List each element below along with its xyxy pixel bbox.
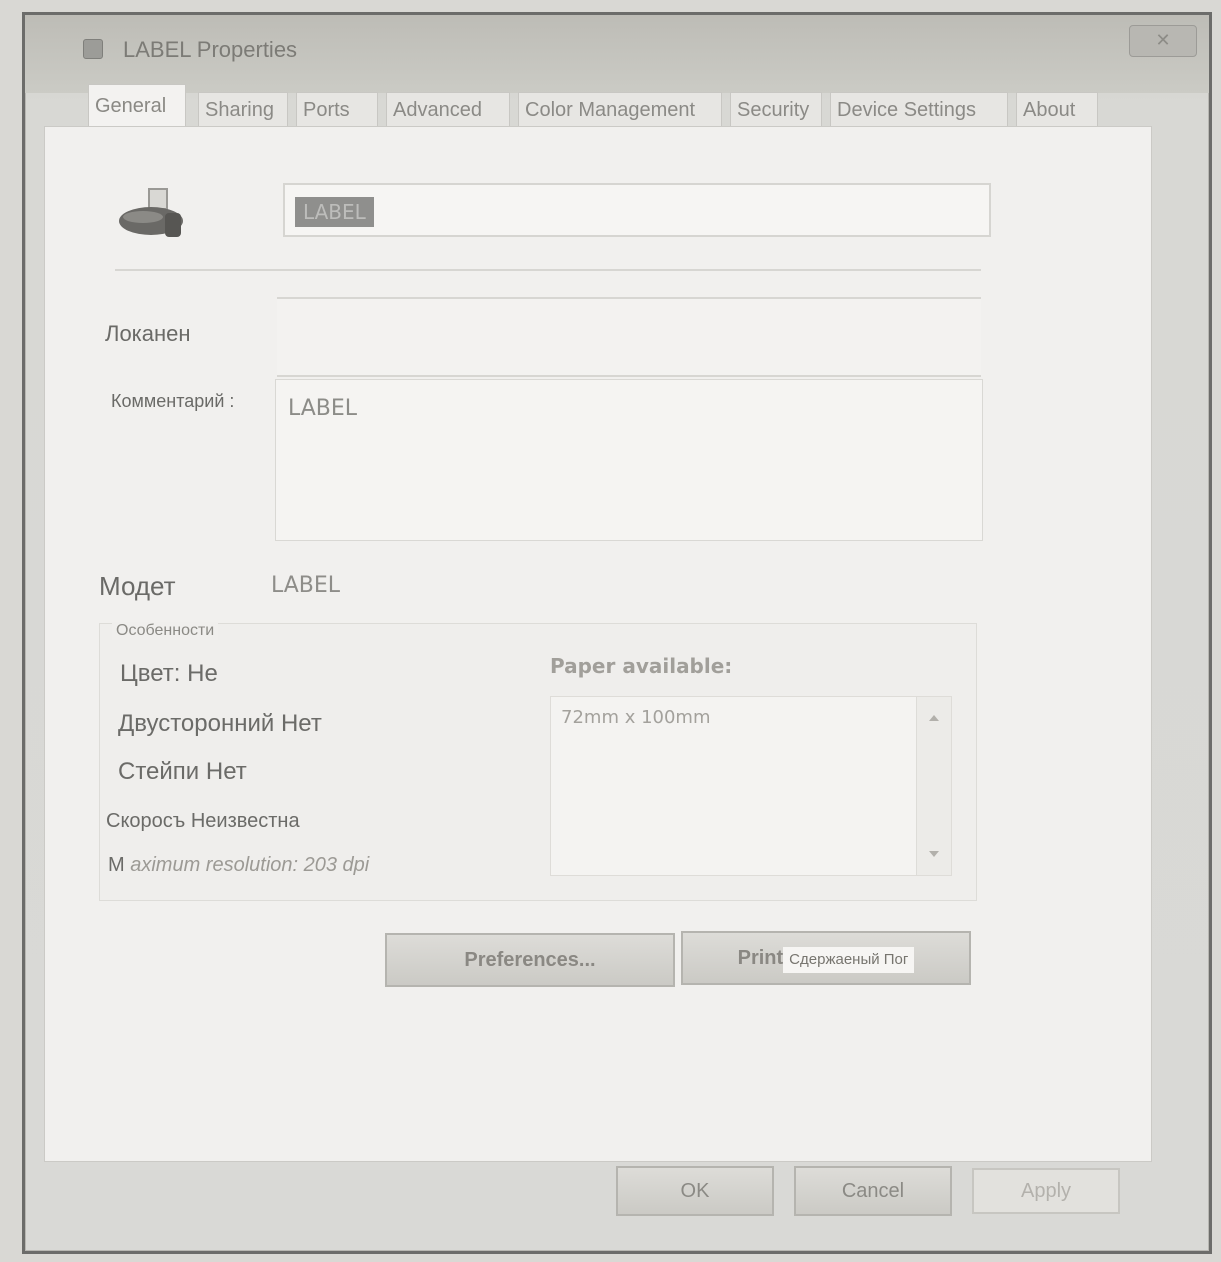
tab-ports[interactable]: Ports <box>296 92 378 126</box>
printer-icon <box>119 188 183 237</box>
printer-title-icon <box>83 39 103 59</box>
window-title: LABEL Properties <box>123 37 298 62</box>
separator <box>115 269 981 271</box>
location-label: Локанен <box>105 321 191 346</box>
feature-max-resolution: М aximum resolution: 203 dpi <box>108 854 369 877</box>
printer-name-value: LABEL <box>295 197 374 227</box>
feature-color: Цвет: Не <box>120 660 218 687</box>
tab-color-management[interactable]: Color Management <box>518 92 722 126</box>
print-test-page-button[interactable]: Print Сдержаеный Пог <box>681 931 971 985</box>
cancel-button[interactable]: Cancel <box>794 1166 952 1216</box>
apply-button[interactable]: Apply <box>972 1168 1120 1214</box>
tab-strip: General Sharing Ports Advanced Color Man… <box>26 84 1166 126</box>
ok-button[interactable]: OK <box>616 1166 774 1216</box>
feature-duplex: Двусторонний Нет <box>118 710 322 737</box>
tab-sharing[interactable]: Sharing <box>198 92 288 126</box>
model-value: LABEL <box>271 573 341 598</box>
paper-list-scrollbar[interactable] <box>916 697 951 875</box>
print-test-page-label: Print <box>737 947 784 969</box>
general-tab-panel: LABEL Локанен Комментарий : LABEL Модет … <box>44 126 1152 1162</box>
print-test-page-overlay-text: Сдержаеный Пог <box>783 947 915 973</box>
tab-device-settings[interactable]: Device Settings <box>830 92 1008 126</box>
tab-advanced[interactable]: Advanced <box>386 92 510 126</box>
feature-staple: Стейпи Нет <box>118 758 247 785</box>
paper-available-label: Paper available: <box>550 654 733 678</box>
features-group: Особенности Цвет: Не Двусторонний Нет Ст… <box>99 622 977 901</box>
feature-speed: Скоросъ Неизвестна <box>106 810 300 832</box>
comment-label: Комментарий : <box>111 391 235 411</box>
comment-value: LABEL <box>288 396 358 421</box>
paper-list[interactable]: 72mm x 100mm <box>550 696 952 876</box>
model-label: Модет <box>99 571 176 601</box>
location-field[interactable] <box>277 297 981 377</box>
close-button[interactable]: ✕ <box>1129 25 1197 57</box>
paper-item[interactable]: 72mm x 100mm <box>561 707 711 728</box>
printer-name-field[interactable]: LABEL <box>283 183 991 237</box>
features-legend: Особенности <box>112 622 219 640</box>
title-bar[interactable]: LABEL Properties ✕ <box>25 15 1209 93</box>
tab-security[interactable]: Security <box>730 92 822 126</box>
tab-about[interactable]: About <box>1016 92 1098 126</box>
tab-general[interactable]: General <box>88 84 186 126</box>
preferences-button[interactable]: Preferences... <box>385 933 675 987</box>
scroll-arrows-icon <box>929 715 939 857</box>
comment-field[interactable]: LABEL <box>275 379 983 541</box>
max-resolution-value: aximum resolution: 203 dpi <box>130 854 370 876</box>
max-resolution-prefix: М <box>108 854 125 876</box>
